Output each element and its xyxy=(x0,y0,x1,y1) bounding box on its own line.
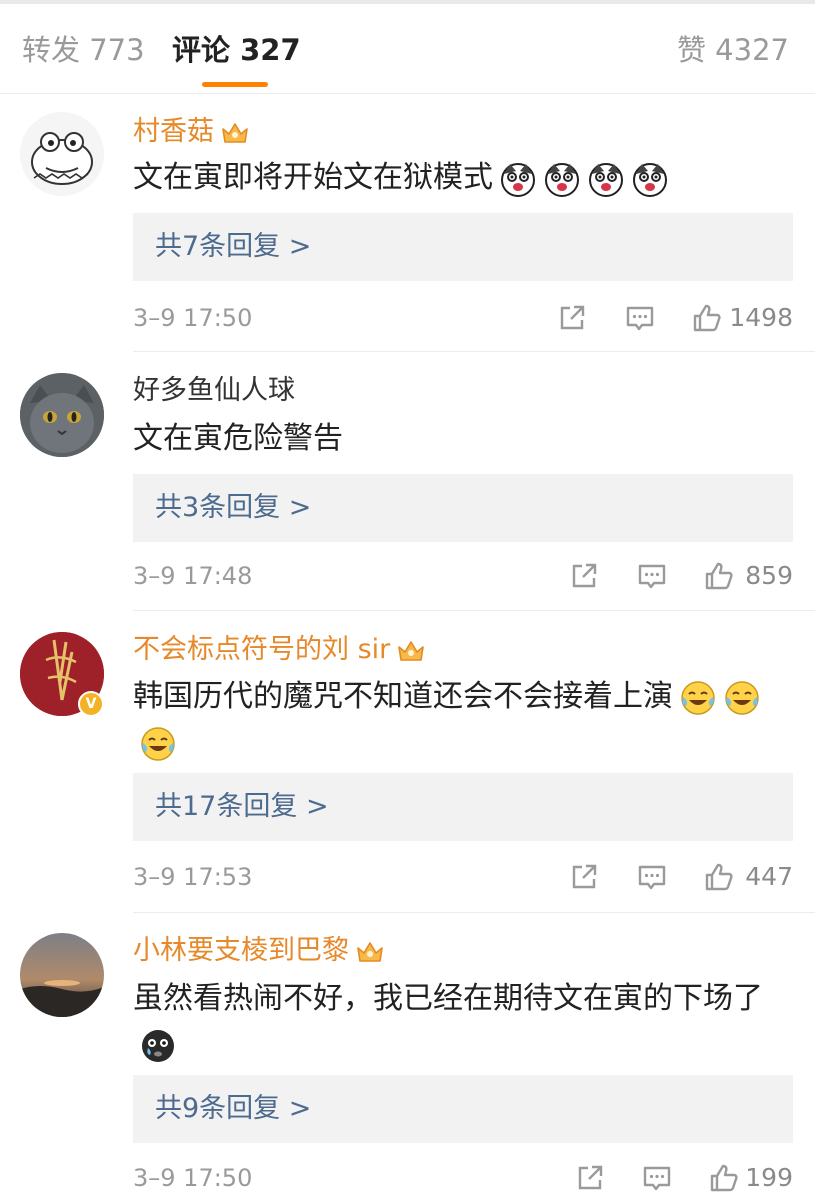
comment-text: 虽然看热闹不好，我已经在期待文在寅的下场了 xyxy=(133,976,793,1068)
username-text[interactable]: 好多鱼仙人球 xyxy=(133,375,295,406)
vip-crown-icon xyxy=(220,120,250,146)
share-icon[interactable] xyxy=(568,560,600,592)
timestamp: 3–9 17:50 xyxy=(133,304,253,332)
husky-emoji-icon xyxy=(587,160,625,198)
comment-item: 村香菇 文在寅即将开始文在狱模式 共7条回复 > 3–9 17:50 1498 xyxy=(0,95,815,352)
comment-text-content: 韩国历代的魔咒不知道还会不会接着上演 xyxy=(133,679,673,714)
husky-emoji-icon xyxy=(631,160,669,198)
laugh-cry-emoji-icon xyxy=(139,725,177,763)
verified-badge-icon: V xyxy=(78,691,104,717)
username[interactable]: 小林要支棱到巴黎 xyxy=(133,934,385,968)
comment-item: 好多鱼仙人球 文在寅危险警告 共3条回复 > 3–9 17:48 859 xyxy=(0,352,815,611)
vip-crown-icon xyxy=(396,638,426,664)
like-count: 199 xyxy=(745,1163,793,1192)
avatar[interactable] xyxy=(20,373,104,457)
comment-icon[interactable] xyxy=(641,1162,673,1194)
comment-text: 文在寅危险警告 xyxy=(133,416,793,462)
share-icon[interactable] xyxy=(556,302,588,334)
avatar[interactable] xyxy=(20,933,104,1017)
comment-text: 文在寅即将开始文在狱模式 xyxy=(133,155,793,201)
replies-link[interactable]: 共17条回复 > xyxy=(133,773,793,841)
username-text[interactable]: 小林要支棱到巴黎 xyxy=(133,935,349,966)
comment-meta: 3–9 17:50 199 xyxy=(133,1158,793,1195)
share-icon[interactable] xyxy=(574,1162,606,1194)
replies-link[interactable]: 共7条回复 > xyxy=(133,213,793,281)
like-icon[interactable] xyxy=(708,1162,740,1194)
like-count: 859 xyxy=(745,561,793,590)
username[interactable]: 村香菇 xyxy=(133,115,250,149)
laugh-cry-emoji-icon xyxy=(723,679,761,717)
husky-emoji-icon xyxy=(543,160,581,198)
like-icon[interactable] xyxy=(703,560,735,592)
tab-bar: 转发 773 评论 327 赞 4327 xyxy=(0,4,815,94)
replies-label[interactable]: 共3条回复 > xyxy=(155,490,311,526)
username[interactable]: 好多鱼仙人球 xyxy=(133,374,295,408)
like-icon[interactable] xyxy=(703,861,735,893)
like-count: 447 xyxy=(745,862,793,891)
timestamp: 3–9 17:53 xyxy=(133,863,253,891)
crying-black-emoji-icon xyxy=(139,1027,177,1065)
comment-text: 韩国历代的魔咒不知道还会不会接着上演 xyxy=(133,674,793,766)
comment-icon[interactable] xyxy=(636,861,668,893)
comment-text-content: 文在寅危险警告 xyxy=(133,421,343,456)
comment-text-content: 文在寅即将开始文在狱模式 xyxy=(133,160,493,195)
comment-meta: 3–9 17:50 1498 xyxy=(133,298,793,338)
replies-label[interactable]: 共9条回复 > xyxy=(155,1091,311,1127)
timestamp: 3–9 17:48 xyxy=(133,562,253,590)
laugh-cry-emoji-icon xyxy=(679,679,717,717)
husky-emoji-icon xyxy=(499,160,537,198)
comment-icon[interactable] xyxy=(624,302,656,334)
tab-repost[interactable]: 转发 773 xyxy=(22,30,145,70)
tab-comment[interactable]: 评论 327 xyxy=(172,30,301,70)
tab-like[interactable]: 赞 4327 xyxy=(677,30,789,70)
comment-icon[interactable] xyxy=(636,560,668,592)
vip-crown-icon xyxy=(355,939,385,965)
username-text[interactable]: 村香菇 xyxy=(133,116,214,147)
avatar[interactable] xyxy=(20,112,104,196)
comment-meta: 3–9 17:53 447 xyxy=(133,857,793,897)
replies-link[interactable]: 共9条回复 > xyxy=(133,1075,793,1143)
share-icon[interactable] xyxy=(568,861,600,893)
username-text[interactable]: 不会标点符号的刘 sir xyxy=(133,634,390,665)
comment-text-content: 虽然看热闹不好，我已经在期待文在寅的下场了 xyxy=(133,981,763,1016)
comment-meta: 3–9 17:48 859 xyxy=(133,556,793,596)
active-tab-indicator xyxy=(202,82,268,87)
replies-label[interactable]: 共17条回复 > xyxy=(155,789,329,825)
comment-item: 小林要支棱到巴黎 虽然看热闹不好，我已经在期待文在寅的下场了 共9条回复 > 3… xyxy=(0,913,815,1195)
timestamp: 3–9 17:50 xyxy=(133,1164,253,1192)
like-count: 1498 xyxy=(729,303,793,332)
like-icon[interactable] xyxy=(691,302,723,334)
username[interactable]: 不会标点符号的刘 sir xyxy=(133,633,426,667)
replies-label[interactable]: 共7条回复 > xyxy=(155,229,311,265)
replies-link[interactable]: 共3条回复 > xyxy=(133,474,793,542)
comment-item: V 不会标点符号的刘 sir 韩国历代的魔咒不知道还会不会接着上演 共17条回复… xyxy=(0,611,815,913)
